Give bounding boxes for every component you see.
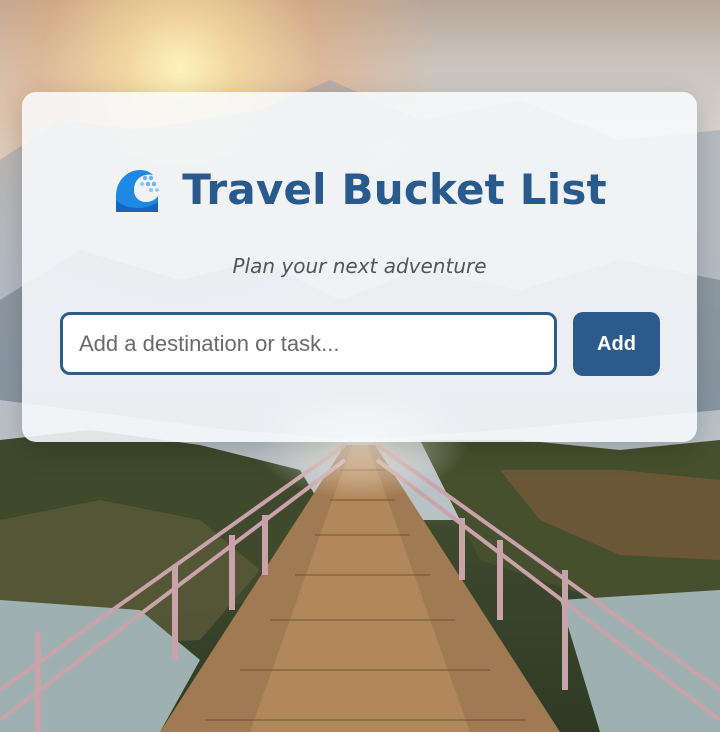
add-task-form: Add bbox=[60, 312, 660, 376]
destination-input[interactable] bbox=[60, 312, 557, 375]
add-button[interactable]: Add bbox=[573, 312, 660, 376]
bucket-list-card: Travel Bucket List Plan your next advent… bbox=[22, 92, 697, 442]
water-wave-icon bbox=[112, 166, 160, 214]
title-row: Travel Bucket List bbox=[22, 166, 697, 214]
app-subtitle: Plan your next adventure bbox=[232, 254, 487, 278]
app-title: Travel Bucket List bbox=[182, 165, 607, 214]
